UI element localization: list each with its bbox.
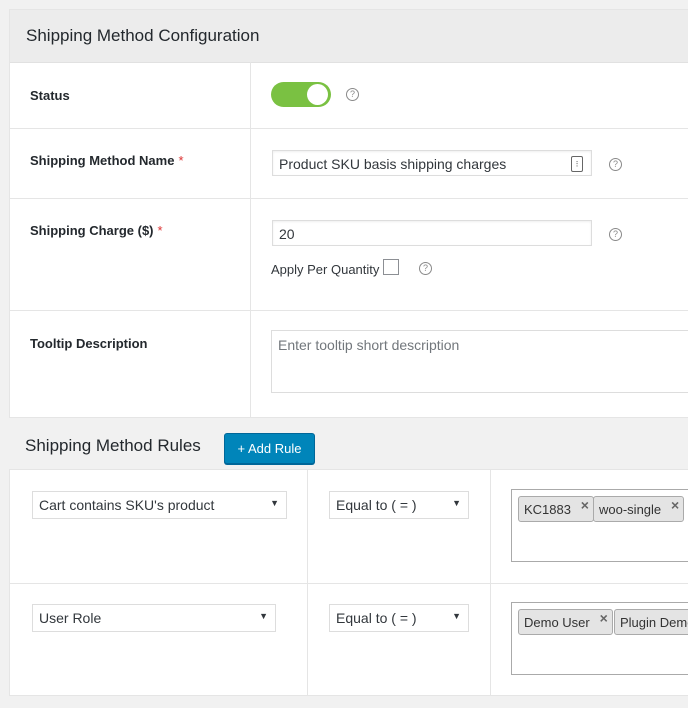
rules-table: Cart contains SKU's product ▼ Equal to (… xyxy=(9,469,688,696)
dropdown-arrow-icon: ▼ xyxy=(259,611,268,621)
rule-operator-select[interactable]: Equal to ( = ) ▼ xyxy=(329,491,469,519)
dropdown-arrow-icon: ▼ xyxy=(452,611,461,621)
tooltip-textarea[interactable]: Enter tooltip short description xyxy=(271,330,688,393)
method-name-help-icon[interactable]: ? xyxy=(609,158,622,171)
toggle-knob xyxy=(307,84,328,105)
status-label: Status xyxy=(30,88,70,103)
config-header: Shipping Method Configuration xyxy=(10,10,688,63)
shipping-config-panel: Shipping Method Configuration Status ? S… xyxy=(9,9,688,418)
rule-operator-select[interactable]: Equal to ( = ) ▼ xyxy=(329,604,469,632)
rule-operator-value: Equal to ( = ) xyxy=(336,497,417,513)
required-mark: * xyxy=(157,223,163,238)
charge-label: Shipping Charge ($) * xyxy=(30,223,163,238)
per-quantity-label: Apply Per Quantity xyxy=(271,262,380,277)
rule-condition-value: Cart contains SKU's product xyxy=(39,497,215,513)
value-tag: KC1883 × xyxy=(518,496,594,522)
tooltip-placeholder: Enter tooltip short description xyxy=(278,337,460,353)
autofill-icon[interactable]: ⁝ xyxy=(571,156,583,172)
dropdown-arrow-icon: ▼ xyxy=(452,498,461,508)
rule-operator-value: Equal to ( = ) xyxy=(336,610,417,626)
status-help-icon[interactable]: ? xyxy=(346,88,359,101)
charge-input[interactable]: 20 xyxy=(272,220,592,246)
remove-tag-icon[interactable]: × xyxy=(581,497,589,513)
value-tag: woo-single × xyxy=(593,496,685,522)
tag-label: Plugin Demo xyxy=(620,615,688,630)
tooltip-label: Tooltip Description xyxy=(30,336,148,351)
per-quantity-checkbox[interactable] xyxy=(383,259,399,275)
tag-label: Demo User xyxy=(524,615,590,630)
method-name-input[interactable]: Product SKU basis shipping charges ⁝ xyxy=(272,150,592,176)
required-mark: * xyxy=(178,153,184,168)
tag-label: KC1883 xyxy=(524,502,571,517)
remove-tag-icon[interactable]: × xyxy=(600,610,608,626)
rule-values-field[interactable]: Demo User × Plugin Demo × xyxy=(511,602,688,675)
remove-tag-icon[interactable]: × xyxy=(671,497,679,513)
status-toggle[interactable] xyxy=(271,82,331,107)
config-title: Shipping Method Configuration xyxy=(26,26,260,45)
rules-title: Shipping Method Rules xyxy=(25,436,201,455)
add-rule-button[interactable]: + Add Rule xyxy=(224,433,315,464)
charge-row: Shipping Charge ($) * xyxy=(10,198,688,311)
rule-condition-value: User Role xyxy=(39,610,102,626)
value-tag: Demo User × xyxy=(518,609,613,635)
value-tag: Plugin Demo × xyxy=(614,609,688,635)
per-quantity-help-icon[interactable]: ? xyxy=(419,262,432,275)
charge-help-icon[interactable]: ? xyxy=(609,228,622,241)
rule-condition-select[interactable]: Cart contains SKU's product ▼ xyxy=(32,491,287,519)
tag-label: woo-single xyxy=(599,502,662,517)
rule-condition-select[interactable]: User Role ▼ xyxy=(32,604,276,632)
method-name-value: Product SKU basis shipping charges xyxy=(279,156,507,172)
rule-values-field[interactable]: KC1883 × woo-single × xyxy=(511,489,688,562)
dropdown-arrow-icon: ▼ xyxy=(270,498,279,508)
method-name-label: Shipping Method Name * xyxy=(30,153,184,168)
charge-value: 20 xyxy=(279,226,295,242)
